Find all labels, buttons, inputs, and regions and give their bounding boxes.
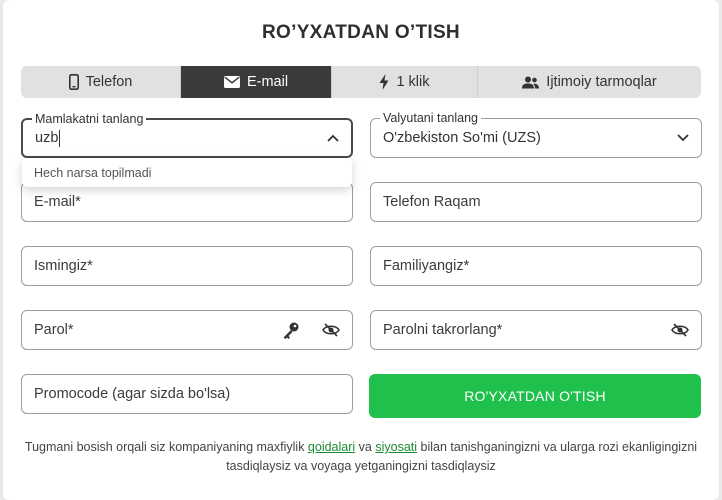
- key-icon[interactable]: [282, 321, 300, 339]
- lightning-icon: [379, 74, 389, 90]
- registration-modal: RO’YXATDAN O’TISH Telefon E-mail 1 klik …: [3, 0, 719, 500]
- terms-text: Tugmani bosish orqali siz kompaniyaning …: [23, 438, 699, 476]
- promocode-field[interactable]: Promocode (agar sizda bo'lsa): [21, 374, 353, 414]
- tab-label: Ijtimoiy tarmoqlar: [546, 74, 657, 90]
- tab-label: 1 klik: [396, 74, 430, 90]
- country-dropdown: Hech narsa topilmadi: [22, 158, 352, 187]
- password-field[interactable]: Parol*: [21, 310, 353, 350]
- tab-one-click[interactable]: 1 klik: [332, 66, 478, 98]
- users-icon: [522, 76, 540, 88]
- password-placeholder: Parol*: [34, 322, 74, 338]
- tab-social[interactable]: Ijtimoiy tarmoqlar: [478, 66, 701, 98]
- rules-link[interactable]: qoidalari: [308, 440, 355, 454]
- first-name-field[interactable]: Ismingiz*: [21, 246, 353, 286]
- no-results-text: Hech narsa topilmadi: [34, 165, 152, 180]
- modal-title: RO’YXATDAN O’TISH: [262, 22, 460, 43]
- tab-email[interactable]: E-mail: [181, 66, 332, 98]
- currency-value: O'zbekiston So'mi (UZS): [383, 130, 541, 146]
- phone-field[interactable]: Telefon Raqam: [370, 182, 702, 222]
- country-label: Mamlakatni tanlang: [32, 111, 147, 127]
- text-cursor: [59, 129, 61, 147]
- last-name-placeholder: Familiyangiz*: [383, 258, 470, 274]
- chevron-up-icon[interactable]: [327, 134, 339, 142]
- email-placeholder: E-mail*: [34, 194, 81, 210]
- envelope-icon: [223, 76, 240, 88]
- password-repeat-field[interactable]: Parolni takrorlang*: [370, 310, 702, 350]
- email-field[interactable]: E-mail*: [21, 182, 353, 222]
- promocode-placeholder: Promocode (agar sizda bo'lsa): [34, 386, 231, 402]
- tab-label: E-mail: [246, 74, 289, 90]
- policy-link[interactable]: siyosati: [375, 440, 417, 454]
- country-select[interactable]: Mamlakatni tanlang uzb: [21, 111, 353, 158]
- tab-phone[interactable]: Telefon: [21, 66, 181, 98]
- register-button[interactable]: RO'YXATDAN O'TISH: [369, 374, 701, 418]
- last-name-field[interactable]: Familiyangiz*: [370, 246, 702, 286]
- terms-part2: va: [355, 440, 376, 454]
- registration-tabs: Telefon E-mail 1 klik Ijtimoiy tarmoqlar: [21, 66, 701, 98]
- terms-part1: Tugmani bosish orqali siz kompaniyaning …: [24, 440, 308, 454]
- chevron-down-icon[interactable]: [677, 134, 689, 142]
- first-name-placeholder: Ismingiz*: [34, 258, 93, 274]
- eye-slash-icon[interactable]: [322, 323, 340, 337]
- phone-icon: [68, 74, 79, 90]
- tab-label: Telefon: [85, 74, 133, 90]
- country-search-value[interactable]: uzb: [35, 130, 58, 146]
- phone-placeholder: Telefon Raqam: [383, 194, 481, 210]
- currency-label: Valyutani tanlang: [380, 110, 481, 126]
- password-repeat-placeholder: Parolni takrorlang*: [383, 322, 503, 338]
- currency-select[interactable]: Valyutani tanlang O'zbekiston So'mi (UZS…: [370, 110, 702, 158]
- eye-slash-icon[interactable]: [671, 323, 689, 337]
